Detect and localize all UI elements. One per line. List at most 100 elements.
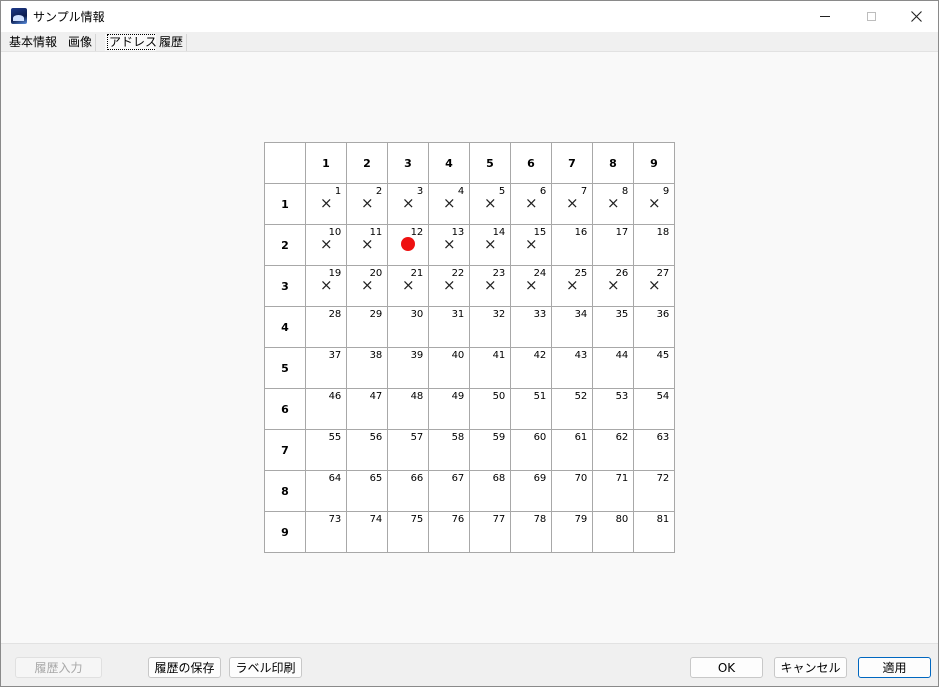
grid-cell[interactable]: 66 [387,470,429,512]
grid-cell[interactable]: 79 [551,511,593,553]
grid-cell[interactable]: 1 × [305,183,347,225]
grid-cell[interactable]: 5 × [469,183,511,225]
grid-cell[interactable]: 47 [346,388,388,430]
grid-cell[interactable]: 16 [551,224,593,266]
grid-cell[interactable]: 34 [551,306,593,348]
grid-cell[interactable]: 11 × [346,224,388,266]
window-title: サンプル情報 [33,10,105,24]
history-input-button[interactable]: 履歴入力 [15,657,102,678]
grid-cell[interactable]: 51 [510,388,552,430]
grid-cell[interactable]: 61 [551,429,593,471]
grid-cell[interactable]: 7 × [551,183,593,225]
grid-cell[interactable]: 48 [387,388,429,430]
grid-cell[interactable]: 32 [469,306,511,348]
close-button[interactable] [893,1,939,32]
grid-cell[interactable]: 71 [592,470,634,512]
grid-cell[interactable]: 52 [551,388,593,430]
grid-cell[interactable]: 36 [633,306,675,348]
grid-cell[interactable]: 19 × [305,265,347,307]
grid-cell[interactable]: 29 [346,306,388,348]
maximize-button[interactable] [848,1,894,32]
grid-cell[interactable]: 53 [592,388,634,430]
grid-cell[interactable]: 81 [633,511,675,553]
grid-cell[interactable]: 9 × [633,183,675,225]
grid-cell[interactable]: 69 [510,470,552,512]
cell-number: 60 [533,432,547,443]
grid-cell[interactable]: 65 [346,470,388,512]
grid-cell[interactable]: 40 [428,347,470,389]
grid-cell[interactable]: 70 [551,470,593,512]
grid-cell[interactable]: 75 [387,511,429,553]
grid-cell[interactable]: 43 [551,347,593,389]
grid-cell[interactable]: 46 [305,388,347,430]
grid-cell[interactable]: 25 × [551,265,593,307]
grid-cell[interactable]: 57 [387,429,429,471]
grid-cell[interactable]: 35 [592,306,634,348]
grid-cell[interactable]: 6 × [510,183,552,225]
grid-cell[interactable]: 67 [428,470,470,512]
grid-cell[interactable]: 33 [510,306,552,348]
grid-cell[interactable]: 28 [305,306,347,348]
grid-cell[interactable]: 72 [633,470,675,512]
grid-cell[interactable]: 68 [469,470,511,512]
grid-cell[interactable]: 77 [469,511,511,553]
save-history-button[interactable]: 履歴の保存 [148,657,221,678]
apply-button[interactable]: 適用 [858,657,931,678]
grid-cell[interactable]: 55 [305,429,347,471]
grid-cell[interactable]: 22 × [428,265,470,307]
tab-address[interactable]: アドレス [105,34,162,51]
grid-cell[interactable]: 59 [469,429,511,471]
grid-cell[interactable]: 37 [305,347,347,389]
grid-cell[interactable]: 30 [387,306,429,348]
grid-cell[interactable]: 64 [305,470,347,512]
grid-cell[interactable]: 56 [346,429,388,471]
grid-cell[interactable]: 18 [633,224,675,266]
grid-cell[interactable]: 42 [510,347,552,389]
cell-number: 37 [328,350,342,361]
grid-cell[interactable]: 13 × [428,224,470,266]
grid-cell[interactable]: 54 [633,388,675,430]
grid-cell[interactable]: 3 × [387,183,429,225]
grid-cell[interactable]: 21 × [387,265,429,307]
grid-cell[interactable]: 14 × [469,224,511,266]
grid-cell[interactable]: 24 × [510,265,552,307]
cell-number: 4 [457,186,464,197]
grid-cell[interactable]: 50 [469,388,511,430]
grid-cell[interactable]: 26 × [592,265,634,307]
grid-cell[interactable]: 15 × [510,224,552,266]
grid-cell[interactable]: 44 [592,347,634,389]
grid-cell[interactable]: 10 × [305,224,347,266]
grid-cell[interactable]: 41 [469,347,511,389]
grid-cell[interactable]: 8 × [592,183,634,225]
column-header: 3 [387,142,429,184]
grid-cell[interactable]: 23 × [469,265,511,307]
grid-cell[interactable]: 45 [633,347,675,389]
grid-cell[interactable]: 12 [387,224,429,266]
grid-cell[interactable]: 20 × [346,265,388,307]
grid-cell[interactable]: 39 [387,347,429,389]
grid-cell[interactable]: 17 [592,224,634,266]
grid-cell[interactable]: 73 [305,511,347,553]
grid-cell[interactable]: 49 [428,388,470,430]
tab-basic-info[interactable]: 基本情報 [6,34,61,51]
ok-button[interactable]: OK [690,657,763,678]
grid-cell[interactable]: 60 [510,429,552,471]
grid-cell[interactable]: 4 × [428,183,470,225]
grid-cell[interactable]: 27 × [633,265,675,307]
grid-cell[interactable]: 78 [510,511,552,553]
grid-cell[interactable]: 74 [346,511,388,553]
label-print-button[interactable]: ラベル印刷 [229,657,302,678]
cell-number: 44 [615,350,629,361]
grid-cell[interactable]: 2 × [346,183,388,225]
grid-cell[interactable]: 76 [428,511,470,553]
grid-cell[interactable]: 62 [592,429,634,471]
tab-history[interactable]: 履歴 [156,34,188,51]
grid-cell[interactable]: 80 [592,511,634,553]
grid-cell[interactable]: 31 [428,306,470,348]
grid-cell[interactable]: 58 [428,429,470,471]
grid-cell[interactable]: 38 [346,347,388,389]
tab-image[interactable]: 画像 [65,34,97,51]
cancel-button[interactable]: キャンセル [774,657,847,678]
grid-cell[interactable]: 63 [633,429,675,471]
minimize-button[interactable] [802,1,848,32]
